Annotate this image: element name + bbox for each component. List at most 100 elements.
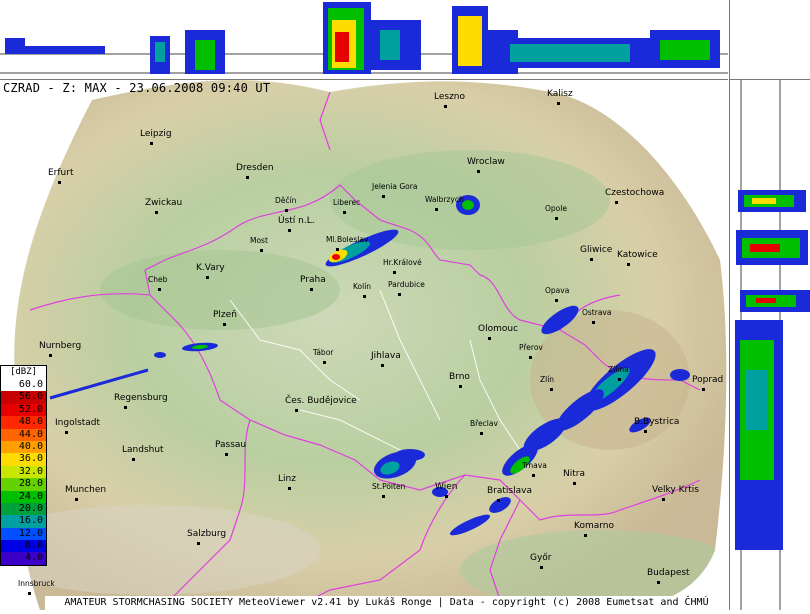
city-dot	[435, 208, 438, 211]
city-label: Trnava	[522, 461, 547, 470]
city-label: Landshut	[122, 445, 164, 455]
city-dot	[529, 356, 532, 359]
city-dot	[58, 181, 61, 184]
radar-map[interactable]	[0, 80, 728, 610]
legend-level: 32.0	[1, 465, 46, 479]
legend-title: [dBZ]	[1, 366, 46, 379]
city-label: Regensburg	[114, 393, 168, 403]
city-label: Leipzig	[140, 129, 172, 139]
city-label: Most	[250, 236, 268, 245]
city-dot	[662, 498, 665, 501]
city-label: Cheb	[148, 275, 168, 284]
radar-echo	[335, 32, 349, 62]
city-label: Čes. Budějovice	[285, 396, 357, 406]
radar-echo	[510, 44, 630, 62]
city-label: St.Pölten	[372, 482, 406, 491]
city-label: Czestochowa	[605, 188, 665, 198]
city-label: Opava	[545, 286, 570, 295]
city-dot	[657, 581, 660, 584]
legend-level: 60.0	[1, 379, 46, 392]
city-label: Komarno	[574, 521, 614, 531]
city-label: Zilina	[608, 365, 629, 374]
city-dot	[310, 288, 313, 291]
city-label: Walbrzych	[425, 195, 464, 204]
radar-echo	[750, 244, 780, 252]
city-dot	[497, 499, 500, 502]
city-dot	[150, 142, 153, 145]
radar-echo	[332, 254, 340, 260]
city-dot	[644, 430, 647, 433]
city-label: Dresden	[236, 163, 274, 173]
city-dot	[557, 102, 560, 105]
city-dot	[75, 498, 78, 501]
radar-echo	[5, 38, 25, 54]
city-dot	[336, 248, 339, 251]
legend-level: 44.0	[1, 428, 46, 441]
city-dot	[132, 458, 135, 461]
city-dot	[206, 276, 209, 279]
legend-level: 8.0	[1, 540, 46, 553]
city-dot	[260, 249, 263, 252]
city-dot	[155, 211, 158, 214]
side-cross-section	[729, 80, 810, 610]
city-dot	[288, 229, 291, 232]
city-label: Nurnberg	[39, 341, 82, 351]
legend-level: 56.0	[1, 391, 46, 404]
radar-echo	[155, 42, 165, 62]
city-dot	[584, 534, 587, 537]
city-dot	[363, 295, 366, 298]
city-label: Nitra	[563, 469, 585, 479]
city-dot	[158, 288, 161, 291]
city-dot	[382, 495, 385, 498]
city-label: Zlín	[540, 375, 555, 384]
city-label: Děčín	[275, 196, 297, 205]
radar-echo	[660, 40, 710, 60]
city-label: K.Vary	[196, 263, 225, 273]
city-dot	[343, 211, 346, 214]
radar-echo	[154, 352, 166, 358]
city-dot	[295, 409, 298, 412]
legend-level: 24.0	[1, 490, 46, 503]
legend-level: 40.0	[1, 440, 46, 454]
city-label: Győr	[530, 553, 552, 563]
radar-echo	[745, 370, 767, 430]
city-dot	[459, 385, 462, 388]
radar-echo	[25, 46, 105, 54]
city-dot	[288, 487, 291, 490]
city-label: B.Bystrica	[634, 417, 680, 427]
city-dot	[702, 388, 705, 391]
city-label: Wien	[435, 482, 458, 492]
city-dot	[615, 201, 618, 204]
city-label: Ingolstadt	[55, 418, 101, 428]
radar-echo	[670, 369, 690, 381]
city-dot	[65, 431, 68, 434]
corner-box	[729, 0, 810, 80]
city-dot	[382, 195, 385, 198]
top-cross-section-plot	[0, 2, 728, 74]
city-label: Pardubice	[388, 280, 425, 289]
radar-map-canvas	[0, 80, 728, 610]
city-dot	[555, 217, 558, 220]
city-label: Budapest	[647, 568, 690, 578]
city-label: Salzburg	[187, 529, 227, 539]
city-label: Opole	[545, 204, 567, 213]
city-label: Ml.Boleslav	[326, 235, 369, 244]
legend-level: 52.0	[1, 403, 46, 417]
city-dot	[393, 271, 396, 274]
copyright-footer: AMATEUR STORMCHASING SOCIETY MeteoViewer…	[45, 596, 728, 610]
city-label: Wroclaw	[467, 157, 505, 167]
side-cross-section-plot	[735, 80, 810, 610]
city-dot	[540, 566, 543, 569]
city-label: Kolín	[353, 282, 372, 291]
legend-level: 16.0	[1, 515, 46, 528]
city-dot	[197, 542, 200, 545]
city-label: Tábor	[313, 348, 334, 357]
city-dot	[488, 337, 491, 340]
city-dot	[225, 453, 228, 456]
city-dot	[618, 378, 621, 381]
city-label: Leszno	[434, 92, 466, 102]
city-label: Innsbruck	[18, 579, 55, 588]
legend-level: 20.0	[1, 502, 46, 516]
radar-echo	[458, 16, 482, 66]
city-label: Liberec	[333, 198, 361, 207]
